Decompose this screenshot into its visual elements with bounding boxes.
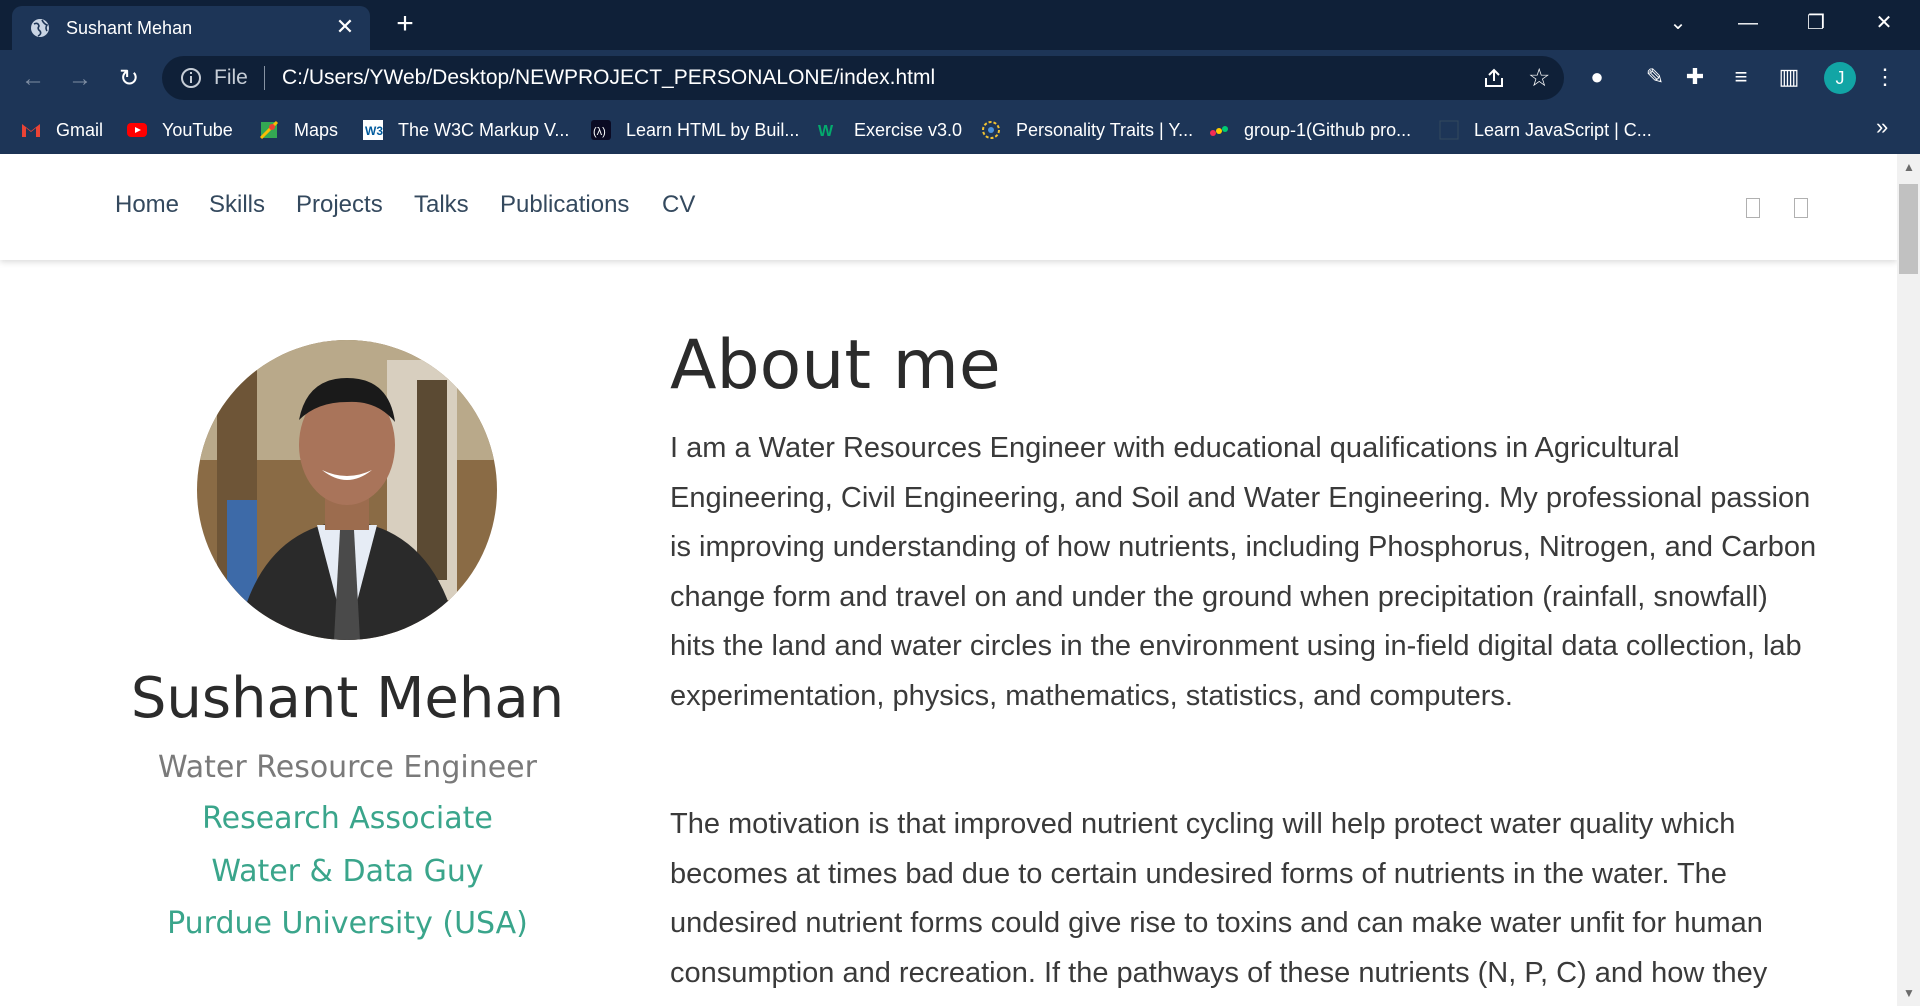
divider xyxy=(264,66,265,90)
side-panel-icon[interactable]: ▥ xyxy=(1774,62,1804,92)
tab-search-icon[interactable]: ⌄ xyxy=(1656,6,1700,40)
bookmark-monday[interactable]: group-1(Github pro... xyxy=(1208,116,1411,144)
profile-affiliation: Purdue University (USA) xyxy=(167,906,528,941)
nav-projects[interactable]: Projects xyxy=(296,191,383,219)
restore-icon[interactable]: ❐ xyxy=(1794,6,1838,40)
w3schools-icon: W xyxy=(818,123,834,140)
nav-talks[interactable]: Talks xyxy=(414,191,469,219)
profile-photo xyxy=(197,340,497,640)
svg-text:W3: W3 xyxy=(365,124,383,138)
extension-icon[interactable]: ● xyxy=(1582,62,1612,92)
site-navbar: Home Skills Projects Talks Publications … xyxy=(0,154,1897,260)
nav-publications[interactable]: Publications xyxy=(500,191,629,219)
bookmark-label: Personality Traits | Y... xyxy=(1016,119,1194,140)
profile-role: Water Resource Engineer xyxy=(158,750,537,785)
bookmark-w3c[interactable]: W3 The W3C Markup V... xyxy=(362,116,569,144)
about-paragraph: I am a Water Resources Engineer with edu… xyxy=(670,432,1817,712)
pen-extension-icon[interactable]: ✎ xyxy=(1640,62,1670,92)
youtube-icon xyxy=(127,123,147,137)
monday-icon xyxy=(1210,126,1228,136)
bookmark-youtube[interactable]: YouTube xyxy=(126,116,233,144)
bookmark-label: group-1(Github pro... xyxy=(1244,119,1412,140)
bookmark-codecademy[interactable]: Learn JavaScript | C... xyxy=(1438,116,1652,144)
bookmark-personality[interactable]: Personality Traits | Y... xyxy=(980,116,1193,144)
social-icon[interactable] xyxy=(1746,198,1760,218)
browser-tab[interactable]: Sushant Mehan ✕ xyxy=(12,6,370,50)
profile-avatar[interactable]: J xyxy=(1824,62,1856,94)
codecademy-icon xyxy=(1439,120,1459,140)
tab-strip: Sushant Mehan ✕ + ⌄ — ❐ ✕ xyxy=(0,0,1920,50)
nav-home[interactable]: Home xyxy=(115,191,179,219)
browser-toolbar: ← → ↻ File C:/Users/YWeb/Desktop/NEWPROJ… xyxy=(0,50,1920,106)
bookmark-w3schools[interactable]: W Exercise v3.0 xyxy=(818,116,962,144)
scroll-down-icon[interactable]: ▼ xyxy=(1903,986,1915,1000)
svg-text:W: W xyxy=(818,123,834,140)
address-bar[interactable]: File C:/Users/YWeb/Desktop/NEWPROJECT_PE… xyxy=(162,56,1564,100)
maps-icon xyxy=(259,120,279,140)
file-label: File xyxy=(214,66,248,89)
personality-icon xyxy=(982,121,1000,139)
close-tab-icon[interactable]: ✕ xyxy=(332,14,358,40)
new-tab-button[interactable]: + xyxy=(390,9,420,40)
browser-chrome: Sushant Mehan ✕ + ⌄ — ❐ ✕ ← → ↻ File C:/… xyxy=(0,0,1920,154)
bookmark-maps[interactable]: Maps xyxy=(258,116,338,144)
bookmark-label: Learn JavaScript | C... xyxy=(1474,119,1652,140)
reading-list-icon[interactable]: ≡ xyxy=(1726,62,1756,92)
more-bookmarks-icon[interactable]: » xyxy=(1876,114,1888,140)
url-text[interactable]: C:/Users/YWeb/Desktop/NEWPROJECT_PERSONA… xyxy=(282,66,935,90)
reload-icon[interactable]: ↻ xyxy=(114,64,144,94)
bookmark-gmail[interactable]: Gmail xyxy=(20,116,103,144)
svg-text:(λ): (λ) xyxy=(593,126,606,138)
scroll-up-icon[interactable]: ▲ xyxy=(1903,160,1915,174)
about-paragraph: The motivation is that improved nutrient… xyxy=(670,808,1768,989)
back-icon[interactable]: ← xyxy=(18,64,48,94)
share-icon[interactable] xyxy=(1482,66,1506,90)
social-icon[interactable] xyxy=(1794,198,1808,218)
about-heading: About me xyxy=(670,326,1001,405)
bookmark-freecodecamp[interactable]: (λ) Learn HTML by Buil... xyxy=(590,116,799,144)
bookmark-label: The W3C Markup V... xyxy=(398,119,570,140)
bookmarks-bar: Gmail YouTube Maps W3 The W3C Markup V..… xyxy=(0,106,1920,154)
bookmark-star-icon[interactable]: ☆ xyxy=(1528,63,1550,93)
nav-cv[interactable]: CV xyxy=(662,191,695,219)
tab-title: Sushant Mehan xyxy=(66,18,193,38)
bookmark-label: Gmail xyxy=(56,119,104,140)
profile-affiliation: Water & Data Guy xyxy=(211,854,484,889)
profile-name: Sushant Mehan xyxy=(130,666,565,731)
bookmark-label: YouTube xyxy=(162,119,233,140)
menu-kebab-icon[interactable]: ⋮ xyxy=(1870,62,1900,92)
portrait-image xyxy=(197,340,497,640)
bookmark-label: Maps xyxy=(294,119,339,140)
extensions-puzzle-icon[interactable]: ✚ xyxy=(1680,62,1710,92)
globe-icon xyxy=(31,19,49,37)
page-scrollbar[interactable]: ▲ ▼ xyxy=(1897,154,1920,1006)
bookmark-label: Exercise v3.0 xyxy=(854,119,963,140)
bookmark-label: Learn HTML by Buil... xyxy=(626,119,800,140)
info-icon[interactable] xyxy=(180,67,202,89)
scrollbar-thumb[interactable] xyxy=(1899,184,1918,274)
w3c-icon: W3 xyxy=(363,120,383,140)
nav-skills[interactable]: Skills xyxy=(209,191,265,219)
gmail-icon xyxy=(22,124,40,137)
minimize-icon[interactable]: — xyxy=(1726,6,1770,40)
freecodecamp-icon: (λ) xyxy=(591,120,611,140)
web-page: Home Skills Projects Talks Publications … xyxy=(0,154,1920,1006)
close-window-icon[interactable]: ✕ xyxy=(1862,6,1906,40)
profile-affiliation: Research Associate xyxy=(202,801,493,836)
forward-icon[interactable]: → xyxy=(65,64,95,94)
